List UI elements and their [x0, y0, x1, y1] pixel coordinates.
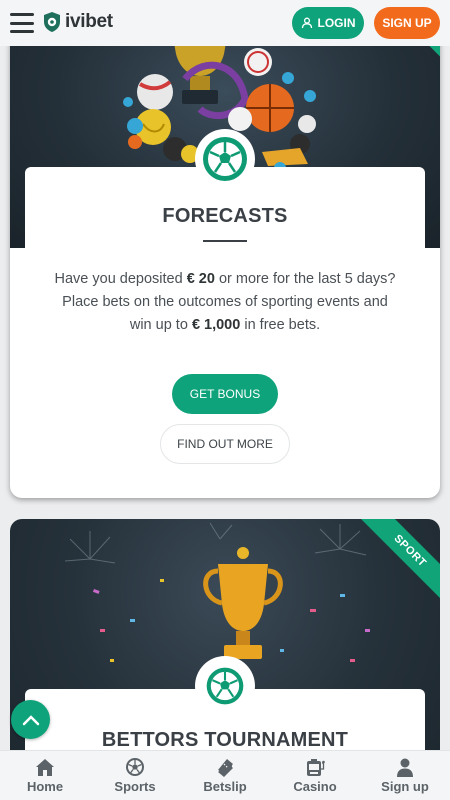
promo-card-forecasts: FORECASTS Have you deposited € 20 or mor…	[10, 24, 440, 498]
nav-casino[interactable]: Casino	[270, 751, 360, 800]
desc-line-1: Have you deposited € 20 or more for the …	[54, 271, 396, 287]
promo-badge	[195, 656, 255, 716]
promo-title: BETTORS TOURNAMENT	[101, 729, 349, 751]
nav-betslip-label: Betslip	[203, 779, 247, 794]
promo-description: Have you deposited € 20 or more for the …	[40, 268, 410, 337]
login-button[interactable]: LOGIN	[292, 7, 364, 39]
user-outline-icon	[301, 17, 312, 29]
soccer-ball-icon	[206, 667, 244, 705]
chevron-up-icon	[22, 714, 39, 725]
brand-name: ivibet	[65, 11, 113, 32]
nav-home-label: Home	[26, 779, 64, 794]
signup-button[interactable]: SIGN UP	[374, 7, 440, 39]
scroll-top-button[interactable]	[11, 700, 50, 739]
promo-badge	[195, 129, 255, 189]
nav-sports-label: Sports	[114, 779, 156, 794]
ticket-icon	[218, 759, 233, 777]
slot-machine-icon	[307, 759, 325, 776]
promo-title: FORECASTS	[162, 205, 288, 227]
find-out-more-button[interactable]: FIND OUT MORE	[160, 424, 290, 464]
get-bonus-button[interactable]: GET BONUS	[172, 374, 278, 414]
nav-sports[interactable]: Sports	[90, 751, 180, 800]
top-header: ivibet LOGIN SIGN UP	[0, 0, 450, 46]
desc-line-3: win up to € 1,000 in free bets.	[129, 317, 321, 333]
desc-line-2: Place bets on the outcomes of sporting e…	[62, 294, 388, 310]
login-label: LOGIN	[317, 16, 356, 30]
menu-icon[interactable]	[10, 13, 34, 33]
bottom-navigation: Home Sports Betslip Casino Sign up	[0, 750, 450, 800]
title-divider	[203, 240, 247, 242]
user-icon	[397, 758, 413, 777]
brand-logo[interactable]: ivibet	[42, 11, 113, 33]
soccer-ball-icon	[126, 758, 144, 776]
nav-betslip[interactable]: Betslip	[180, 751, 270, 800]
nav-signup[interactable]: Sign up	[360, 751, 450, 800]
nav-casino-label: Casino	[293, 779, 337, 794]
nav-signup-label: Sign up	[381, 779, 429, 794]
soccer-ball-icon	[203, 137, 247, 181]
nav-home[interactable]: Home	[0, 751, 90, 800]
home-icon	[36, 759, 54, 776]
logo-shield-icon	[44, 12, 60, 32]
